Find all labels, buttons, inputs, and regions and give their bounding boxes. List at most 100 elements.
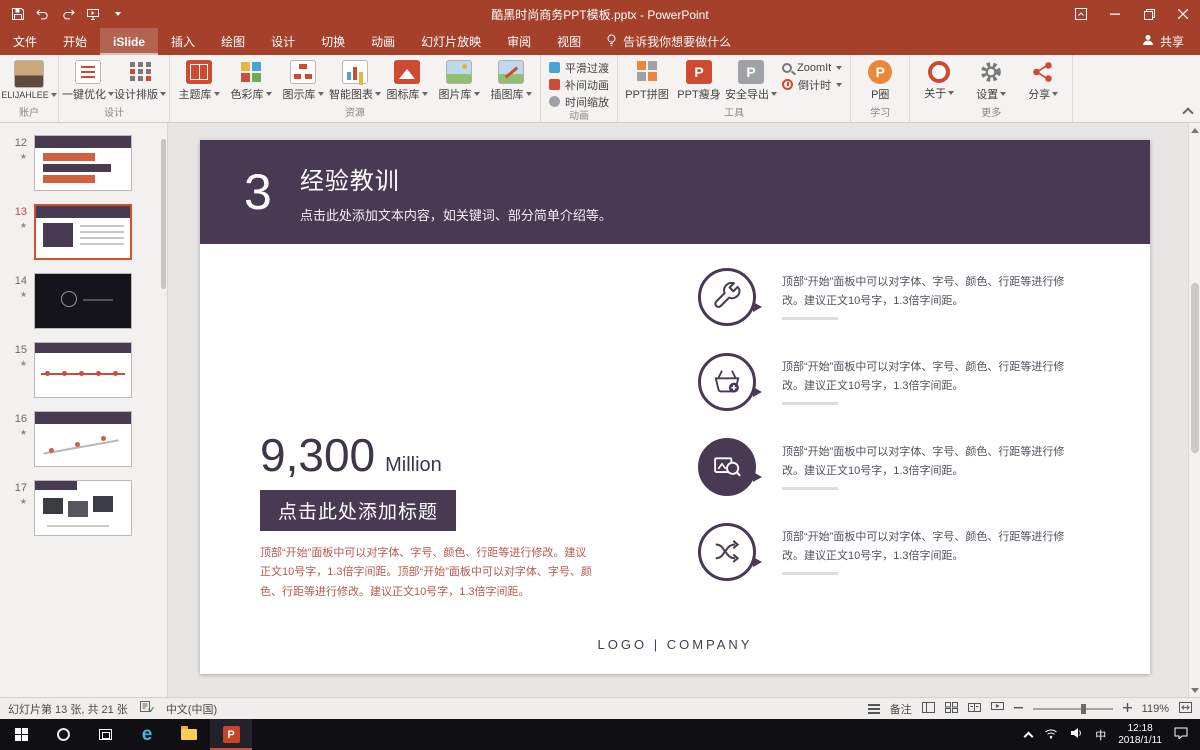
language-indicator[interactable]: 中文(中国) [166, 701, 217, 717]
tab-insert[interactable]: 插入 [158, 28, 208, 55]
start-slideshow-icon[interactable] [85, 6, 101, 22]
design-layout-button[interactable]: 设计排版 [114, 56, 166, 102]
ppt-slim-button[interactable]: P PPT瘦身 [673, 56, 725, 102]
color-library-button[interactable]: 色彩库 [225, 56, 277, 102]
action-center-icon[interactable] [1174, 726, 1188, 744]
hidden-icons-chevron-icon[interactable] [1024, 731, 1034, 741]
fit-to-window-icon[interactable] [1179, 702, 1192, 716]
diagram-library-button[interactable]: 图示库 [277, 56, 329, 102]
design-layout-label: 设计排版 [114, 86, 158, 102]
account-button[interactable]: ELIJAHLEE [3, 56, 55, 100]
bullet-row[interactable]: 顶部“开始”面板中可以对字体、字号、颜色、行距等进行修改。建议正文10号字，1.… [698, 523, 1138, 581]
slide-thumbnail[interactable] [34, 480, 132, 536]
slide-thumbnail[interactable] [34, 342, 132, 398]
powerpoint-taskbar-button[interactable]: P [210, 719, 252, 750]
tab-islide[interactable]: iSlide [100, 28, 158, 55]
p-circle-button[interactable]: P P圈 [854, 56, 906, 102]
volume-icon[interactable] [1070, 726, 1083, 744]
tell-me-box[interactable]: 告诉我你想要做什么 [594, 28, 743, 55]
icon-library-button[interactable]: 图标库 [381, 56, 433, 102]
about-button[interactable]: 关于 [913, 56, 965, 101]
clock[interactable]: 12:18 2018/1/11 [1118, 723, 1162, 747]
notes-button[interactable]: 备注 [890, 701, 912, 717]
task-view-button[interactable] [84, 719, 126, 750]
zoom-out-icon[interactable] [1014, 703, 1023, 715]
countdown-button[interactable]: 倒计时 [777, 76, 847, 93]
vertical-scrollbar[interactable] [1188, 123, 1200, 697]
minimize-button[interactable] [1098, 0, 1132, 28]
tab-review[interactable]: 审阅 [494, 28, 544, 55]
ribbon-display-options-button[interactable] [1064, 0, 1098, 28]
scroll-up-icon[interactable] [1189, 123, 1200, 137]
redo-icon[interactable] [60, 6, 76, 22]
customize-quick-access-icon[interactable] [110, 6, 126, 22]
slide-thumbnail[interactable] [34, 135, 132, 191]
safe-export-button[interactable]: P 安全导出 [725, 56, 777, 102]
illustration-library-button[interactable]: 插图库 [485, 56, 537, 102]
statistic[interactable]: 9,300 Million [260, 428, 442, 482]
cortana-button[interactable] [42, 719, 84, 750]
statistic-unit: Million [385, 454, 442, 477]
zoom-in-icon[interactable] [1123, 703, 1132, 715]
tab-transitions[interactable]: 切换 [308, 28, 358, 55]
wrench-icon [698, 268, 756, 326]
proofing-icon[interactable] [140, 701, 154, 716]
smooth-transition-button[interactable]: 平滑过渡 [544, 59, 614, 76]
theme-library-button[interactable]: 主题库 [173, 56, 225, 102]
one-key-optimize-button[interactable]: 一键优化 [62, 56, 114, 102]
slide-thumbnail[interactable] [34, 273, 132, 329]
slideshow-view-icon[interactable] [991, 702, 1004, 716]
smart-chart-button[interactable]: 智能图表 [329, 56, 381, 102]
time-scale-button[interactable]: 时间缩放 [544, 93, 614, 110]
ppt-puzzle-button[interactable]: PPT拼图 [621, 56, 673, 102]
bullet-row[interactable]: 顶部“开始”面板中可以对字体、字号、颜色、行距等进行修改。建议正文10号字，1.… [698, 438, 1138, 496]
scrollbar-thumb[interactable] [1191, 283, 1199, 453]
tab-draw[interactable]: 绘图 [208, 28, 258, 55]
thumbnail-preview [36, 206, 130, 258]
body-text-placeholder[interactable]: 顶部“开始”面板中可以对字体、字号、颜色、行距等进行修改。建议正文10号字，1.… [260, 544, 594, 602]
title-placeholder-box[interactable]: 点击此处添加标题 [260, 490, 456, 531]
gear-icon [978, 60, 1004, 84]
file-explorer-button[interactable] [168, 719, 210, 750]
scroll-down-icon[interactable] [1189, 683, 1200, 697]
bullet-row[interactable]: 顶部“开始”面板中可以对字体、字号、颜色、行距等进行修改。建议正文10号字，1.… [698, 268, 1138, 326]
tab-slideshow[interactable]: 幻灯片放映 [408, 28, 494, 55]
collapse-ribbon-icon[interactable] [1182, 107, 1193, 118]
bullet-row[interactable]: 顶部“开始”面板中可以对字体、字号、颜色、行距等进行修改。建议正文10号字，1.… [698, 353, 1138, 411]
slide-thumbnail[interactable] [34, 411, 132, 467]
tab-animations[interactable]: 动画 [358, 28, 408, 55]
normal-view-icon[interactable] [922, 702, 935, 716]
share-button[interactable]: 共享 [1126, 28, 1200, 55]
thumbnail-preview [35, 412, 131, 466]
network-icon[interactable] [1044, 726, 1058, 744]
edge-button[interactable]: e [126, 719, 168, 750]
undo-icon[interactable] [35, 6, 51, 22]
reading-view-icon[interactable] [968, 702, 981, 716]
slide-sorter-view-icon[interactable] [945, 702, 958, 716]
thumbnail-scrollbar-thumb[interactable] [161, 139, 166, 289]
zoom-slider-thumb[interactable] [1081, 704, 1086, 714]
tab-file[interactable]: 文件 [0, 28, 50, 55]
zoom-level[interactable]: 119% [1142, 703, 1169, 715]
tween-animation-button[interactable]: 补间动画 [544, 76, 614, 93]
ime-indicator[interactable]: 中 [1095, 727, 1106, 743]
close-button[interactable] [1166, 0, 1200, 28]
picture-library-button[interactable]: 图片库 [433, 56, 485, 102]
zoom-slider[interactable] [1033, 708, 1113, 710]
slide-counter[interactable]: 幻灯片第 13 张, 共 21 张 [8, 701, 128, 717]
tab-design[interactable]: 设计 [258, 28, 308, 55]
windows-logo-icon [15, 728, 28, 741]
slide-header-band[interactable]: 3 经验教训 点击此处添加文本内容，如关键词、部分简单介绍等。 [200, 140, 1150, 244]
thumbnail-scrollbar[interactable] [160, 123, 167, 697]
save-icon[interactable] [10, 6, 26, 22]
slide-number: 16★ [0, 411, 34, 467]
restore-button[interactable] [1132, 0, 1166, 28]
zoomit-button[interactable]: ZoomIt [777, 59, 847, 76]
tab-home[interactable]: 开始 [50, 28, 100, 55]
tab-view[interactable]: 视图 [544, 28, 594, 55]
settings-button[interactable]: 设置 [965, 56, 1017, 102]
start-button[interactable] [0, 719, 42, 750]
slide-editing-area[interactable]: 3 经验教训 点击此处添加文本内容，如关键词、部分简单介绍等。 9,300 Mi… [200, 140, 1150, 674]
slide-thumbnail-selected[interactable] [34, 204, 132, 260]
share-islide-button[interactable]: 分享 [1017, 56, 1069, 102]
